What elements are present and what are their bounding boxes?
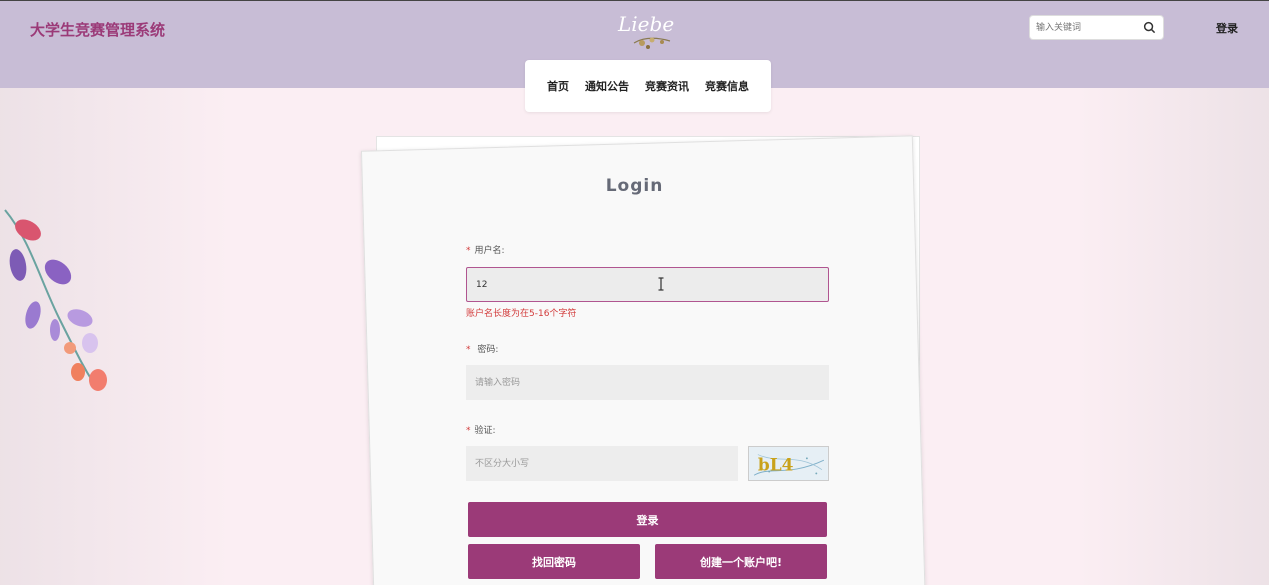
login-button[interactable]: 登录 xyxy=(468,502,827,537)
create-account-button[interactable]: 创建一个账户吧! xyxy=(655,544,827,579)
username-label: * 用户名: xyxy=(466,246,505,256)
captcha-image[interactable]: bL4 xyxy=(748,446,829,481)
svg-text:bL4: bL4 xyxy=(758,456,794,476)
login-title: Login xyxy=(605,176,664,196)
captcha-label: * 验证: xyxy=(466,426,496,436)
text-cursor-icon xyxy=(658,277,664,291)
password-label: * 密码: xyxy=(466,345,499,355)
captcha-input[interactable] xyxy=(466,446,738,481)
forgot-password-button[interactable]: 找回密码 xyxy=(468,544,640,579)
required-mark: * xyxy=(466,345,471,355)
required-mark: * xyxy=(466,246,471,256)
password-input[interactable] xyxy=(466,365,829,400)
username-error-message: 账户名长度为在5-16个字符 xyxy=(466,309,577,319)
required-mark: * xyxy=(466,426,471,436)
login-form: Login *用户名: 账户名长度为在5-16个字符 * 密码: *验证: bL… xyxy=(0,0,1269,585)
username-input[interactable] xyxy=(466,267,829,302)
